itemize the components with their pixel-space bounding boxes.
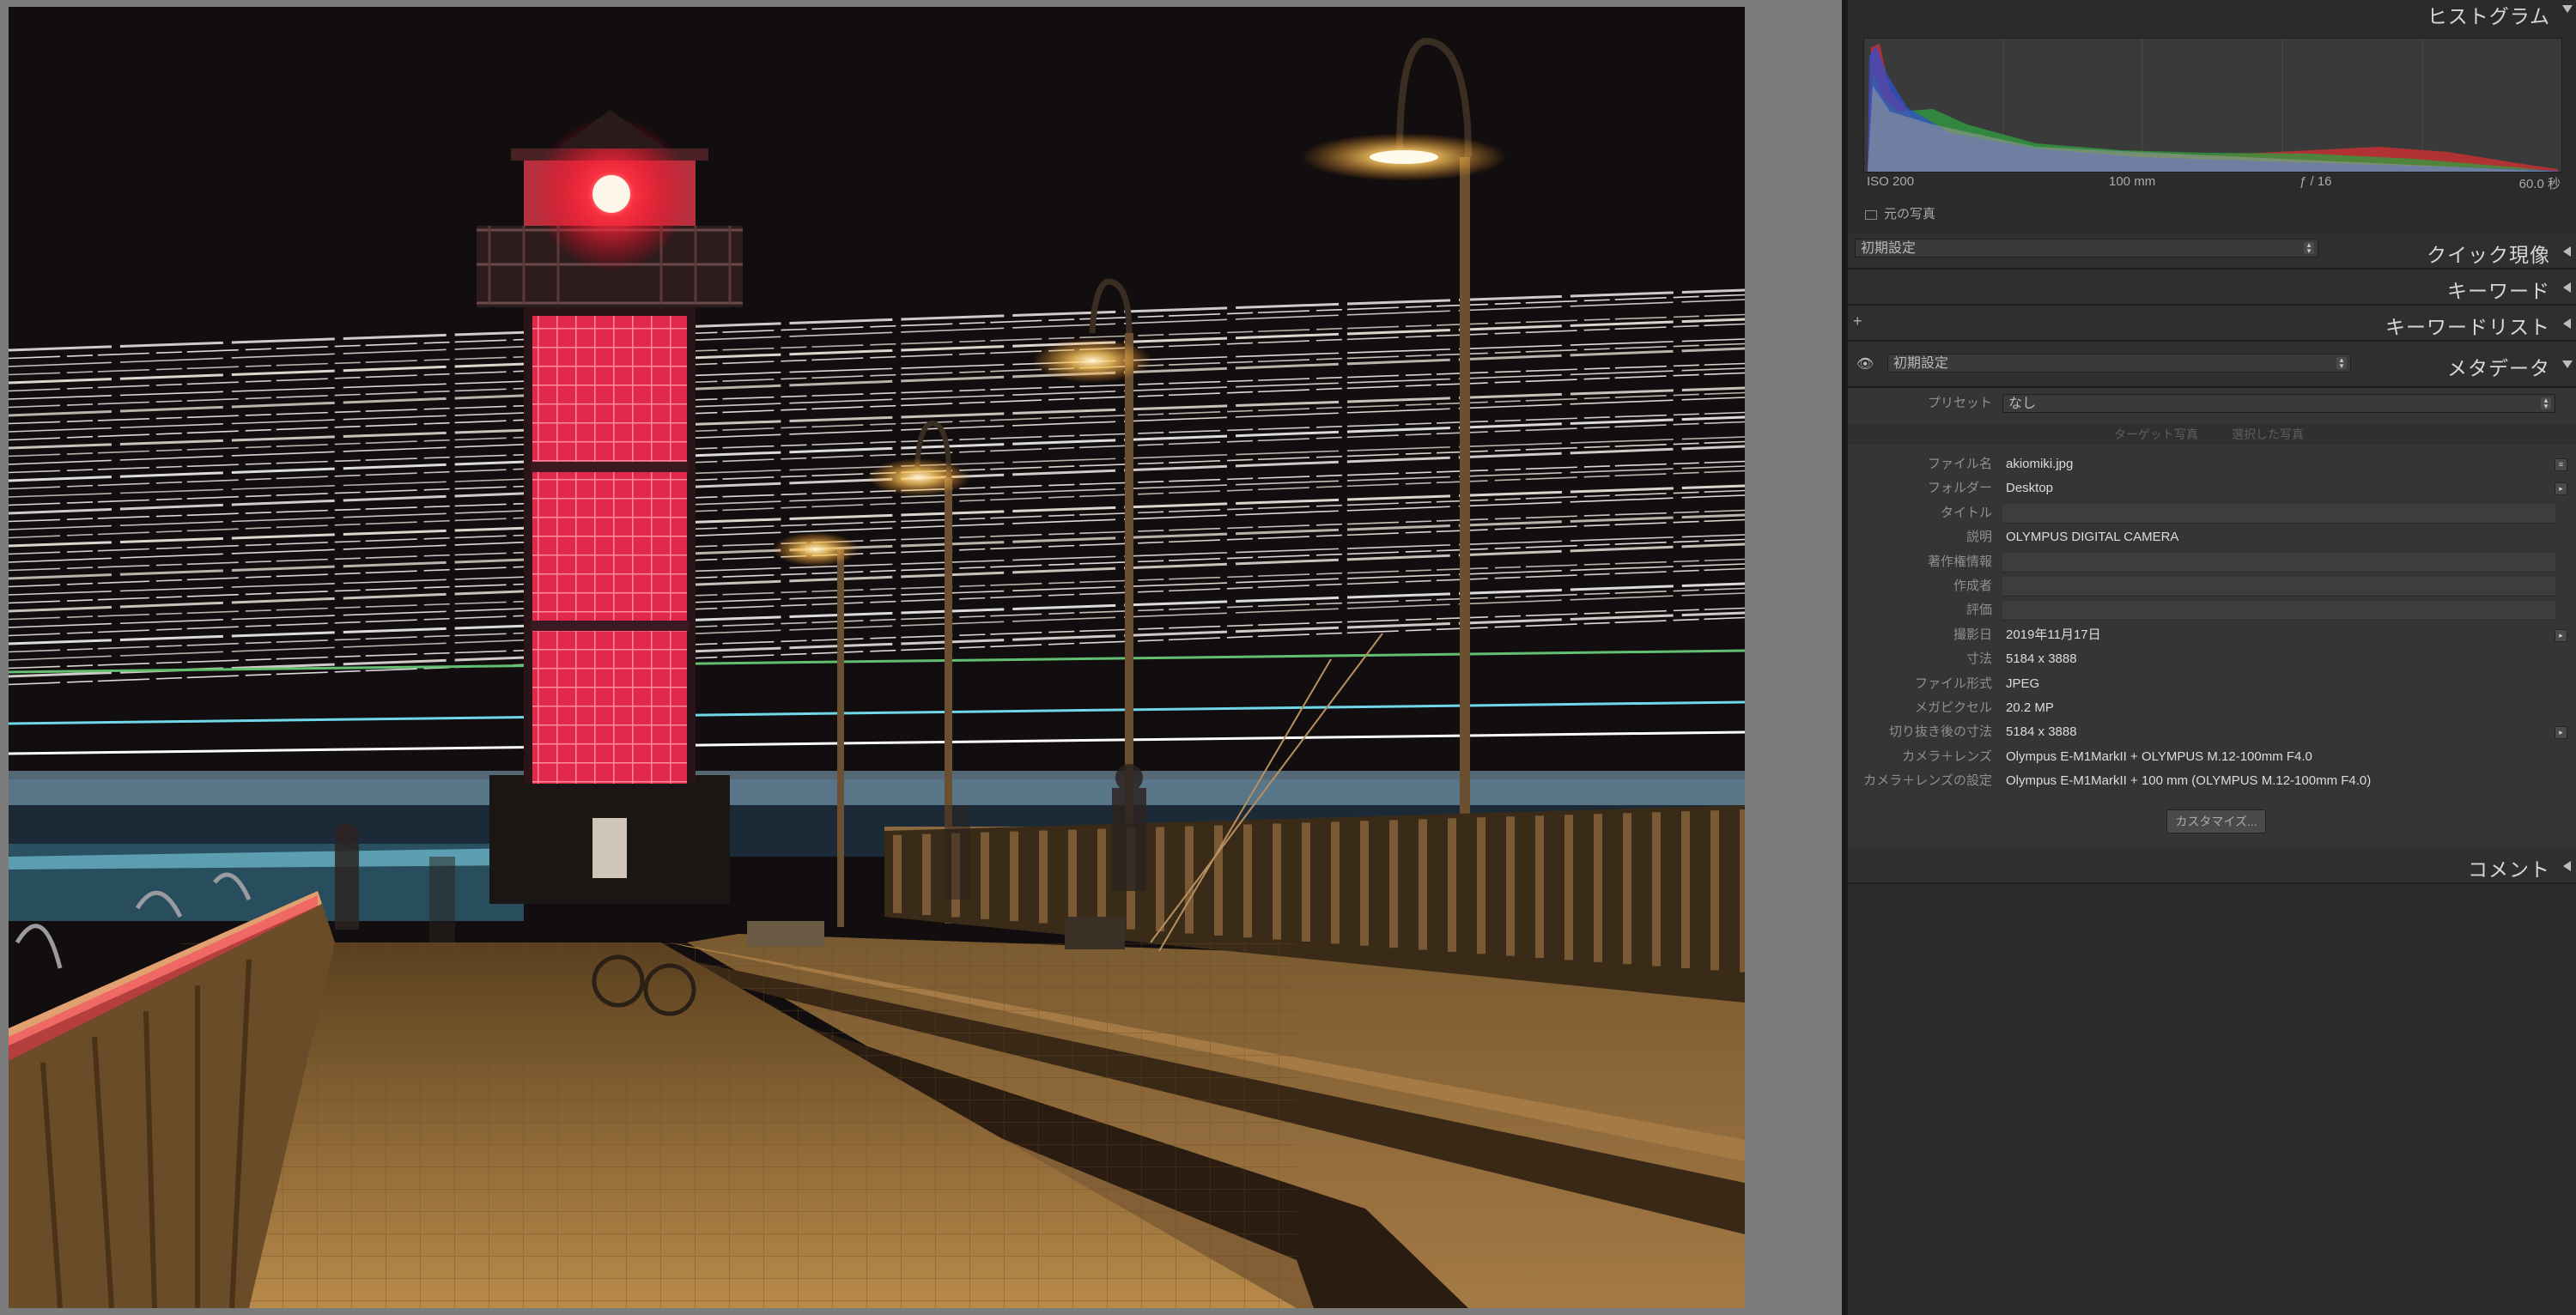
collapse-icon[interactable]	[2562, 361, 2573, 368]
metadata-view-value: 初期設定	[1893, 356, 1949, 371]
metadata-row: 著作権情報	[1848, 550, 2576, 574]
metadata-row: 評価	[1848, 598, 2576, 622]
histogram-chart[interactable]	[1863, 38, 2562, 173]
metadata-value: 2019年11月17日	[2006, 627, 2101, 642]
metadata-value: 5184 x 3888	[2006, 724, 2077, 740]
shutter-speed: 60.0 秒	[2518, 177, 2561, 191]
metadata-label: 著作権情報	[1927, 554, 1992, 569]
list-icon[interactable]: ≡	[2555, 458, 2567, 471]
metadata-row: タイトル	[1848, 501, 2576, 525]
metadata-preset-row: プリセット なし ▴ ▾	[1848, 391, 2576, 415]
histogram-header[interactable]: ヒストグラム	[1848, 0, 2576, 31]
arrow-right-icon[interactable]: ▸	[2555, 482, 2567, 496]
metadata-label: 評価	[1965, 603, 1992, 618]
expand-icon[interactable]	[2563, 318, 2571, 329]
arrow-right-icon[interactable]: ▸	[2555, 628, 2567, 642]
metadata-label: メガピクセル	[1914, 700, 1992, 715]
metadata-title: メタデータ	[2447, 357, 2550, 379]
metadata-label: ファイル形式	[1914, 676, 1992, 691]
quick-develop-preset-value: 初期設定	[1861, 241, 1917, 256]
main-photo[interactable]	[9, 7, 1745, 1308]
quick-develop-title: クイック現像	[2427, 244, 2550, 266]
chevron-updown-icon: ▴ ▾	[2336, 356, 2347, 370]
metadata-label: 作成者	[1953, 579, 1992, 593]
arrow-right-icon[interactable]: ▸	[2555, 726, 2567, 740]
panel-divider[interactable]	[1842, 0, 1848, 1315]
focal-length: 100 mm	[2109, 174, 2156, 189]
metadata-value: 5184 x 3888	[2006, 651, 2077, 667]
metadata-value: 20.2 MP	[2006, 700, 2054, 715]
metadata-label: フォルダー	[1927, 481, 1992, 496]
iso-value: ISO 200	[1867, 174, 1915, 189]
metadata-input[interactable]	[2002, 601, 2555, 621]
aperture: ƒ / 16	[2300, 174, 2332, 189]
histogram-exif: ISO 200 100 mm ƒ / 16 60.0 秒	[1863, 174, 2561, 191]
expand-icon[interactable]	[2563, 246, 2571, 257]
target-photo-option[interactable]: ターゲット写真	[2114, 424, 2198, 445]
sync-target-row: ターゲット写真 選択した写真	[1848, 424, 2576, 445]
metadata-row: フォルダー Desktop ▸	[1848, 476, 2576, 500]
quick-develop-header[interactable]: 初期設定 ▴ ▾ クイック現像	[1848, 233, 2576, 270]
original-photo-label: 元の写真	[1884, 207, 1936, 221]
metadata-row: メガピクセル 20.2 MP	[1848, 696, 2576, 720]
metadata-preset-value: なし	[2008, 397, 2037, 411]
selected-photo-option[interactable]: 選択した写真	[2232, 424, 2304, 445]
metadata-value: Desktop	[2006, 481, 2054, 496]
metadata-label: 説明	[1965, 530, 1992, 545]
expand-icon[interactable]	[2563, 282, 2571, 293]
metadata-label: カメラ＋レンズ	[1902, 748, 1992, 764]
keywords-title: キーワード	[2447, 280, 2550, 302]
right-panel: ヒストグラム ISO 200 100 mm ƒ / 16 60.0 秒 元の写真…	[1848, 0, 2576, 1315]
preset-label: プリセット	[1927, 396, 1992, 410]
metadata-label: 切り抜き後の寸法	[1888, 724, 1992, 740]
metadata-row: カメラ＋レンズ Olympus E-M1MarkII + OLYMPUS M.12…	[1848, 745, 2576, 769]
metadata-header[interactable]: 👁 初期設定 ▴ ▾ メタデータ	[1848, 342, 2576, 388]
metadata-label: カメラ＋レンズの設定	[1863, 773, 1992, 789]
eye-icon[interactable]: 👁	[1856, 355, 1874, 373]
collapse-icon[interactable]	[2562, 5, 2573, 13]
metadata-row: ファイル名 akiomiki.jpg ≡	[1848, 452, 2576, 476]
comments-header[interactable]: コメント	[1848, 848, 2576, 884]
expand-icon[interactable]	[2563, 861, 2571, 871]
metadata-input[interactable]	[2002, 577, 2555, 597]
customize-button[interactable]: カスタマイズ...	[2166, 809, 2266, 833]
metadata-value: Olympus E-M1MarkII + 100 mm (OLYMPUS M.1…	[2006, 773, 2372, 789]
metadata-value[interactable]: OLYMPUS DIGITAL CAMERA	[2006, 525, 2178, 549]
keyword-list-title: キーワードリスト	[2385, 316, 2550, 338]
checkbox-icon[interactable]	[1865, 209, 1877, 220]
metadata-row: 切り抜き後の寸法 5184 x 3888 ▸	[1848, 720, 2576, 744]
metadata-value: JPEG	[2006, 676, 2040, 691]
comments-title: コメント	[2468, 858, 2550, 881]
metadata-row: カメラ＋レンズの設定 Olympus E-M1MarkII + 100 mm (O…	[1848, 769, 2576, 793]
metadata-input[interactable]	[2002, 503, 2555, 524]
keywords-header[interactable]: キーワード	[1848, 270, 2576, 306]
metadata-view-select[interactable]: 初期設定 ▴ ▾	[1887, 354, 2351, 373]
metadata-label: ファイル名	[1927, 457, 1992, 471]
metadata-label: 寸法	[1965, 651, 1992, 667]
metadata-row: ファイル形式 JPEG	[1848, 672, 2576, 696]
histogram-title: ヒストグラム	[2427, 5, 2550, 27]
metadata-value: Olympus E-M1MarkII + OLYMPUS M.12-100mm …	[2006, 748, 2312, 764]
metadata-row: 撮影日 2019年11月17日 ▸	[1848, 623, 2576, 647]
metadata-input[interactable]	[2002, 552, 2555, 573]
metadata-label: 撮影日	[1953, 627, 1992, 642]
metadata-preset-select[interactable]: なし ▴ ▾	[2002, 394, 2555, 413]
original-photo-toggle[interactable]: 元の写真	[1865, 204, 1935, 222]
keyword-list-header[interactable]: + キーワードリスト	[1848, 306, 2576, 342]
chevron-updown-icon: ▴ ▾	[2304, 241, 2314, 255]
metadata-label: タイトル	[1940, 505, 1992, 520]
metadata-row: 説明 OLYMPUS DIGITAL CAMERA	[1848, 525, 2576, 549]
add-icon[interactable]: +	[1853, 312, 1862, 330]
chevron-updown-icon: ▴ ▾	[2541, 397, 2551, 410]
photo-viewer	[0, 0, 1842, 1315]
metadata-value: akiomiki.jpg	[2006, 457, 2074, 471]
metadata-row: 作成者	[1848, 574, 2576, 598]
photo-image	[9, 7, 1745, 1308]
quick-develop-preset-select[interactable]: 初期設定 ▴ ▾	[1855, 239, 2318, 258]
metadata-row: 寸法 5184 x 3888	[1848, 647, 2576, 671]
